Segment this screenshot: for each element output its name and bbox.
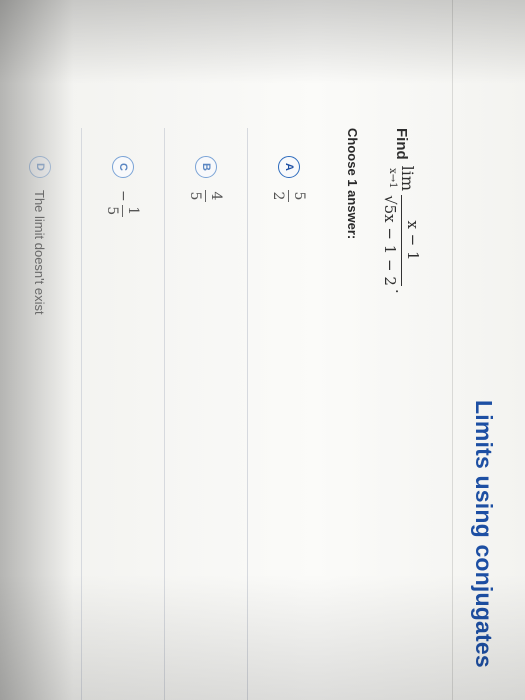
choice-c-numerator: 1 [125, 206, 142, 216]
limit-word: lim [398, 165, 418, 192]
instructions: Choose 1 answer: [345, 128, 360, 240]
choice-d[interactable]: D The limit doesn't exist [0, 128, 81, 700]
choice-c-marker[interactable]: C [112, 156, 134, 178]
fraction-bar [122, 204, 124, 217]
choice-b[interactable]: B 4 5 [164, 128, 247, 700]
choice-c-denominator: 5 [104, 206, 121, 216]
choice-b-numerator: 4 [208, 191, 225, 201]
question-suffix: . [392, 288, 411, 294]
choice-c-value: 1 5 [104, 204, 142, 217]
choice-d-text: The limit doesn't exist [32, 190, 48, 315]
question-prefix: Find [393, 128, 410, 160]
expression-numerator: x − 1 [404, 220, 422, 261]
choice-b-denominator: 5 [187, 191, 204, 201]
choice-c[interactable]: C − 1 5 [81, 128, 164, 700]
choice-c-sign: − [115, 190, 131, 202]
choice-a-numerator: 5 [291, 191, 308, 201]
choice-b-marker[interactable]: B [195, 156, 217, 178]
question-prompt: Find lim x→1 x − 1 √5x − 1 − 2 . [381, 128, 422, 294]
limit-operator: lim x→1 [387, 165, 418, 192]
choice-a-marker[interactable]: A [278, 156, 300, 178]
fraction-bar [288, 190, 290, 202]
choice-a[interactable]: A 5 2 [247, 128, 330, 700]
limit-expression: x − 1 √5x − 1 − 2 [381, 195, 422, 286]
answer-choices: A 5 2 B 4 5 C − 1 5 D The limit doesn't … [0, 128, 330, 700]
screen: Limits using conjugates Find lim x→1 x −… [0, 0, 525, 700]
expression-denominator: √5x − 1 − 2 [381, 195, 399, 286]
choice-b-value: 4 5 [188, 190, 225, 202]
page-title: Limits using conjugates [471, 400, 497, 668]
fraction-bar [205, 190, 207, 202]
limit-approach: x→1 [387, 168, 399, 189]
choice-a-value: 5 2 [271, 190, 308, 202]
choice-d-marker[interactable]: D [29, 156, 51, 178]
divider [452, 0, 453, 700]
fraction-bar [401, 195, 402, 286]
choice-a-denominator: 2 [270, 191, 287, 201]
